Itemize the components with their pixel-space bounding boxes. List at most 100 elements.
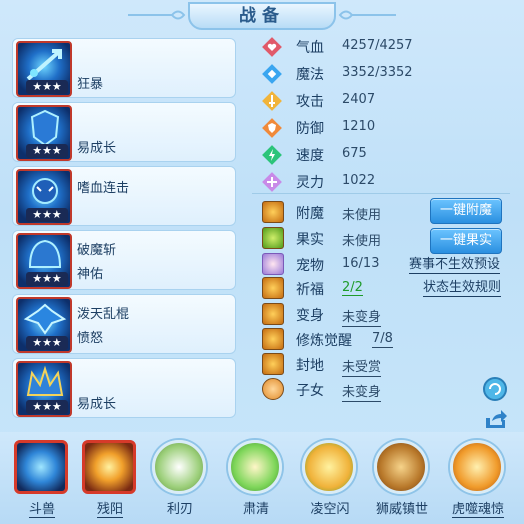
blessing-icon	[262, 277, 284, 299]
tiger-devour-icon	[450, 440, 504, 494]
info-value: 未使用	[342, 208, 382, 223]
bottom-skill-slot[interactable]: 虎噬魂惊	[448, 440, 508, 520]
skill-stars: ★★★	[26, 336, 68, 350]
skill-icon-helm-wing: ★★★	[16, 297, 72, 353]
skill-slot[interactable]: ★★★ 狂暴	[12, 38, 236, 98]
enchant-icon	[262, 201, 284, 223]
skill-stars: ★★★	[26, 272, 68, 286]
info-value[interactable]: 7/8	[372, 331, 393, 348]
info-row-transform: 变身 未变身	[262, 302, 512, 327]
one-click-fruit-button[interactable]: 一键果实	[430, 228, 502, 254]
lion-might-icon	[374, 440, 428, 494]
info-label: 果实	[296, 232, 324, 248]
stat-value: 1022	[342, 173, 376, 188]
stat-row-speed: 速度 675	[262, 144, 442, 166]
refresh-icon[interactable]	[482, 376, 508, 402]
bottom-skill-slot[interactable]: 肃清	[226, 440, 286, 520]
stat-label: 魔法	[296, 67, 324, 83]
bottom-skill-label: 残阳	[96, 502, 123, 518]
aerial-flash-icon	[302, 440, 356, 494]
info-row-fief: 封地 未受赏	[262, 352, 512, 377]
stat-label: 防御	[296, 121, 324, 137]
mana-icon	[262, 64, 282, 84]
skill-slot[interactable]: ★★★ 易成长	[12, 102, 236, 162]
skill-secondary-name: 神佑	[77, 267, 104, 282]
skill-name: 破魔斩	[77, 243, 117, 258]
fruit-icon	[262, 227, 284, 249]
fighting-beast-icon	[14, 440, 68, 494]
sunset-icon	[82, 440, 136, 494]
info-label: 子女	[296, 383, 324, 399]
info-row-child: 子女 未变身	[262, 377, 512, 402]
title-ornament-left	[128, 10, 186, 20]
skill-name: 泼天乱棍	[77, 307, 130, 322]
info-value: 未使用	[342, 234, 382, 249]
stat-row-attack: 攻击 2407	[262, 90, 442, 112]
stat-label: 气血	[296, 40, 324, 56]
bottom-skill-slot[interactable]: 利刃	[150, 440, 210, 520]
skill-name: 易成长	[77, 141, 117, 156]
title-ornament-right	[338, 10, 396, 20]
stat-row-mp: 魔法 3352/3352	[262, 63, 442, 85]
bottom-skill-slot[interactable]: 斗兽	[12, 440, 72, 520]
skill-slot[interactable]: ★★★ 嗜血连击	[12, 166, 236, 226]
stat-label: 灵力	[296, 175, 324, 191]
stat-label: 攻击	[296, 94, 324, 110]
skill-slot[interactable]: ★★★ 破魔斩 神佑	[12, 230, 236, 290]
stat-value: 4257/4257	[342, 38, 413, 53]
skill-slot[interactable]: ★★★ 易成长	[12, 358, 236, 418]
info-label: 祈福	[296, 282, 324, 298]
skill-slot[interactable]: ★★★ 泼天乱棍 愤怒	[12, 294, 236, 354]
bottom-skill-label: 斗兽	[28, 502, 55, 518]
bottom-skill-slot[interactable]: 残阳	[80, 440, 140, 520]
purge-icon	[228, 440, 282, 494]
skill-icon-beast: ★★★	[16, 169, 72, 225]
divider	[252, 193, 510, 194]
pet-avatar-icon	[262, 253, 284, 275]
bottom-skill-label: 利刃	[166, 502, 193, 517]
info-label: 封地	[296, 358, 324, 374]
defense-icon	[262, 118, 282, 138]
skill-icon-armor: ★★★	[16, 105, 72, 161]
event-preset-link[interactable]: 赛事不生效预设	[409, 257, 501, 274]
heart-icon	[262, 37, 282, 57]
status-rules-link[interactable]: 状态生效规则	[423, 280, 502, 297]
info-label: 宠物	[296, 258, 324, 274]
stat-row-hp: 气血 4257/4257	[262, 36, 442, 58]
bottom-skill-label: 凌空闪	[310, 502, 350, 517]
skill-name: 嗜血连击	[77, 181, 130, 196]
skill-icon-crown: ★★★	[16, 361, 72, 417]
spirit-icon	[262, 172, 282, 192]
skill-stars: ★★★	[26, 400, 68, 414]
stat-row-spirit: 灵力 1022	[262, 171, 442, 193]
fief-icon	[262, 353, 284, 375]
skill-secondary-name: 愤怒	[77, 331, 104, 346]
info-value[interactable]: 未变身	[342, 306, 382, 327]
bottom-skill-slot[interactable]: 狮威镇世	[372, 440, 432, 520]
speed-icon	[262, 145, 282, 165]
info-label: 修炼觉醒	[296, 333, 352, 349]
stat-row-defense: 防御 1210	[262, 117, 442, 139]
bottom-skill-label: 虎噬魂惊	[451, 502, 504, 518]
sharp-blade-icon	[152, 440, 206, 494]
info-value[interactable]: 未受赏	[342, 356, 382, 377]
bottom-skill-label: 肃清	[242, 502, 269, 517]
one-click-enchant-button[interactable]: 一键附魔	[430, 198, 502, 224]
skill-stars: ★★★	[26, 144, 68, 158]
skill-stars: ★★★	[26, 80, 68, 94]
bottom-skill-slot[interactable]: 凌空闪	[300, 440, 360, 520]
info-value[interactable]: 2/2	[342, 280, 363, 296]
skill-stars: ★★★	[26, 208, 68, 222]
skill-name: 狂暴	[77, 77, 104, 92]
info-label: 变身	[296, 308, 324, 324]
stat-value: 1210	[342, 119, 376, 134]
stat-label: 速度	[296, 148, 324, 164]
share-icon[interactable]	[482, 406, 508, 432]
stat-value: 2407	[342, 92, 376, 107]
skill-name: 易成长	[77, 397, 117, 412]
attack-icon	[262, 91, 282, 111]
info-value[interactable]: 未变身	[342, 381, 382, 402]
page-title: 战备	[188, 2, 336, 30]
awaken-icon	[262, 328, 284, 350]
info-value: 16/13	[342, 256, 380, 271]
